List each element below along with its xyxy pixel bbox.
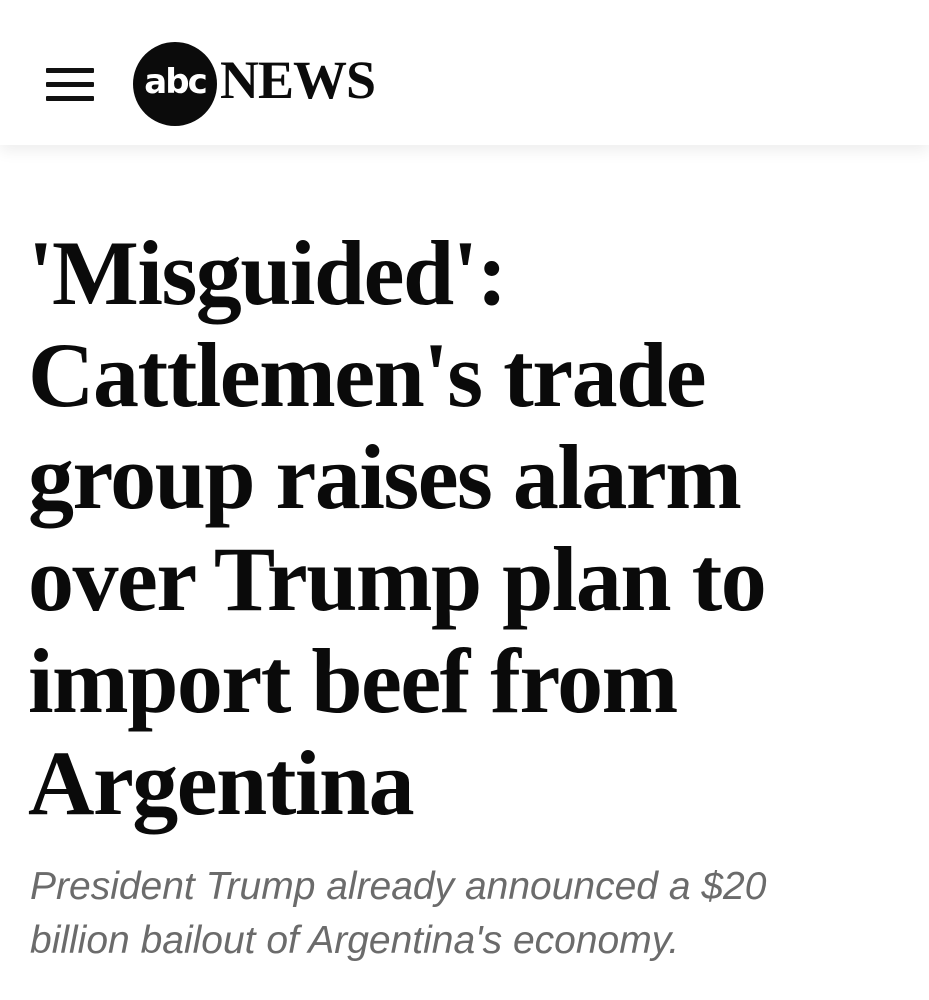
subhead-line: President Trump already announced a $20 xyxy=(30,865,767,908)
menu-bar xyxy=(46,68,94,73)
subhead-line: billion bailout of Argentina's economy. xyxy=(30,919,680,962)
abc-news-logo[interactable]: abc NEWS xyxy=(133,42,376,126)
article-subheadline: President Trump already announced a $20 … xyxy=(30,860,910,968)
hamburger-menu-icon[interactable] xyxy=(46,68,94,102)
headline-line: over Trump plan to xyxy=(28,528,767,630)
headline-line: import beef from xyxy=(28,630,678,732)
site-header: abc NEWS xyxy=(0,0,929,145)
menu-bar xyxy=(46,82,94,87)
menu-bar xyxy=(46,96,94,101)
abc-logo-text: abc xyxy=(144,62,207,102)
article-headline: 'Misguided': Cattlemen's trade group rai… xyxy=(28,222,908,834)
headline-line: Argentina xyxy=(28,732,415,834)
news-logo-text: NEWS xyxy=(220,50,376,110)
headline-line: 'Misguided': xyxy=(28,222,507,324)
abc-logo-circle: abc xyxy=(133,42,217,126)
headline-line: Cattlemen's trade xyxy=(28,324,707,426)
headline-line: group raises alarm xyxy=(28,426,742,528)
article-page: abc NEWS 'Misguided': Cattlemen's trade … xyxy=(0,0,929,1000)
